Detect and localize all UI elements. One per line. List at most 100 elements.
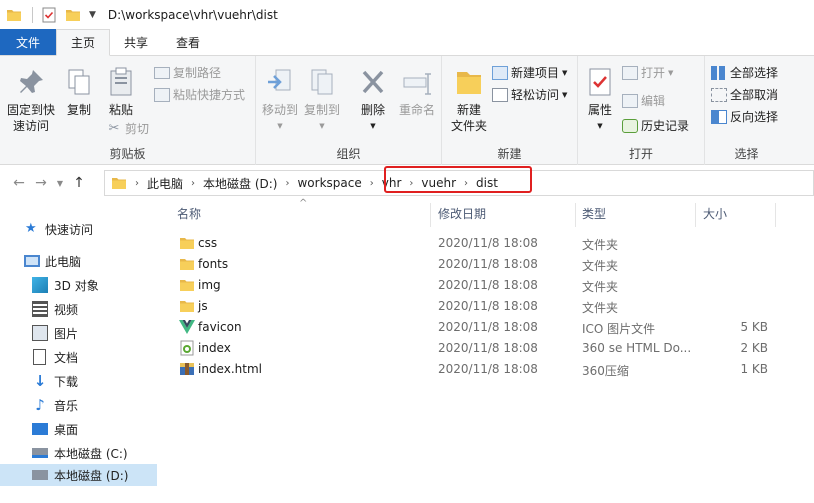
paste-shortcut-label: 粘贴快捷方式 (173, 88, 246, 102)
tab-file[interactable]: 文件 (0, 29, 56, 55)
column-divider[interactable] (430, 203, 431, 227)
file-row[interactable]: fonts 2020/11/8 18:08 文件夹 (157, 254, 814, 275)
nav-3d-objects[interactable]: 3D 对象 (0, 274, 157, 296)
file-row[interactable]: js 2020/11/8 18:08 文件夹 (157, 296, 814, 317)
breadcrumb-separator-icon[interactable]: › (366, 178, 378, 189)
select-all-button[interactable]: 全部选择 (711, 64, 778, 81)
new-folder-button[interactable]: 新建 文件夹 (446, 66, 492, 134)
copy-label: 复制 (66, 103, 91, 117)
copy-button[interactable]: 复制 (60, 66, 98, 118)
nav-downloads[interactable]: ↓ 下载 (0, 370, 157, 392)
invert-selection-button[interactable]: 反向选择 (711, 108, 778, 125)
file-row[interactable]: index 2020/11/8 18:08 360 se HTML Do... … (157, 338, 814, 359)
nav-quick-access[interactable]: ★ 快速访问 (0, 218, 157, 240)
nav-videos[interactable]: 视频 (0, 298, 157, 320)
scissors-icon: ✂ (108, 120, 120, 136)
cut-button[interactable]: ✂ 剪切 (106, 120, 149, 137)
move-to-button[interactable]: 移动到 ▼ (260, 66, 300, 134)
column-header-name[interactable]: 名称 (177, 205, 201, 222)
breadcrumb-separator-icon[interactable]: › (187, 178, 199, 189)
open-group: 属性 ▼ 打开 ▼ 编辑 历史记录 打开 (578, 56, 705, 165)
column-header-date[interactable]: 修改日期 (438, 205, 486, 222)
open-dropdown-icon: ▼ (668, 68, 674, 77)
breadcrumb-this-pc[interactable]: 此电脑 (143, 175, 187, 192)
copy-to-button[interactable]: 复制到 ▼ (302, 66, 342, 134)
nav-documents[interactable]: 文档 (0, 346, 157, 368)
new-item-label: 新建项目 (511, 66, 560, 80)
file-name: index (198, 341, 231, 355)
forward-arrow-icon[interactable]: → (30, 175, 52, 191)
quick-access-dropdown-icon[interactable]: ▼ (89, 10, 96, 20)
move-to-icon (268, 69, 291, 91)
paste-shortcut-button[interactable]: 粘贴快捷方式 (154, 86, 245, 103)
recent-dropdown-icon[interactable]: ▼ (52, 179, 68, 188)
file-row[interactable]: index.html 2020/11/8 18:08 360压缩 1 KB (157, 359, 814, 380)
invert-selection-icon (711, 109, 727, 124)
copy-path-button[interactable]: 复制路径 (154, 64, 221, 81)
file-name: favicon (198, 320, 242, 334)
disk-drive-icon (32, 448, 48, 458)
tab-home[interactable]: 主页 (56, 29, 111, 56)
nav-music[interactable]: ♪ 音乐 (0, 394, 157, 416)
file-type: 文件夹 (582, 280, 619, 294)
title-bar: ▼ D:\workspace\vhr\vuehr\dist (0, 0, 814, 30)
column-divider[interactable] (695, 203, 696, 227)
open-button[interactable]: 打开 ▼ (622, 64, 673, 81)
breadcrumb-workspace[interactable]: workspace (293, 176, 365, 190)
video-icon (32, 301, 48, 317)
tab-view[interactable]: 查看 (162, 29, 214, 55)
delete-button[interactable]: 删除 ▼ (354, 66, 392, 134)
nav-this-pc[interactable]: 此电脑 (0, 250, 157, 272)
column-divider[interactable] (575, 203, 576, 227)
column-divider[interactable] (775, 203, 776, 227)
column-header-type[interactable]: 类型 (582, 205, 606, 222)
folder-icon (180, 280, 194, 291)
properties-button[interactable]: 属性 ▼ (582, 66, 618, 134)
new-folder-label: 新建 文件夹 (450, 103, 487, 133)
file-row[interactable]: favicon 2020/11/8 18:08 ICO 图片文件 5 KB (157, 317, 814, 338)
easy-access-button[interactable]: 轻松访问 ▼ (492, 86, 567, 103)
edit-button[interactable]: 编辑 (622, 92, 665, 109)
pin-label: 固定到快 速访问 (6, 103, 55, 133)
select-none-button[interactable]: 全部取消 (711, 86, 778, 103)
copy-to-label: 复制到 (303, 103, 340, 117)
paste-button[interactable]: 粘贴 (102, 66, 140, 118)
breadcrumb-separator-icon[interactable]: › (131, 178, 143, 189)
file-row[interactable]: css 2020/11/8 18:08 文件夹 (157, 233, 814, 254)
pin-quick-access-button[interactable]: 固定到快 速访问 (4, 66, 58, 134)
file-type: 文件夹 (582, 238, 619, 252)
edit-label: 编辑 (641, 94, 666, 108)
properties-check-icon[interactable] (41, 7, 57, 23)
select-all-icon (711, 65, 727, 80)
up-arrow-icon[interactable]: ↑ (68, 175, 90, 191)
nav-disk-c[interactable]: 本地磁盘 (C:) (0, 442, 157, 464)
rename-label: 重命名 (398, 103, 435, 117)
nav-pictures[interactable]: 图片 (0, 322, 157, 344)
easy-access-label: 轻松访问 (511, 88, 560, 102)
paste-icon (110, 67, 132, 96)
new-folder-icon[interactable] (65, 7, 81, 23)
open-label: 打开 (641, 66, 666, 80)
new-item-icon (492, 65, 508, 80)
copy-path-label: 复制路径 (173, 66, 222, 80)
file-row[interactable]: img 2020/11/8 18:08 文件夹 (157, 275, 814, 296)
breadcrumb-disk-d[interactable]: 本地磁盘 (D:) (199, 175, 281, 192)
nav-desktop-label: 桌面 (54, 422, 79, 437)
properties-icon (589, 68, 611, 96)
easy-access-icon (492, 87, 508, 102)
column-header-size[interactable]: 大小 (703, 205, 727, 222)
select-all-label: 全部选择 (730, 66, 779, 80)
tab-share[interactable]: 共享 (110, 29, 162, 55)
nav-disk-d[interactable]: 本地磁盘 (D:) (0, 464, 157, 486)
breadcrumb-separator-icon[interactable]: › (281, 178, 293, 189)
sort-ascending-icon: ^ (299, 198, 308, 209)
new-item-dropdown-icon: ▼ (562, 68, 568, 77)
nav-disk-c-label: 本地磁盘 (C:) (54, 446, 128, 461)
nav-desktop[interactable]: 桌面 (0, 418, 157, 440)
rename-button[interactable]: 重命名 (396, 66, 438, 118)
download-arrow-icon: ↓ (33, 372, 47, 390)
new-item-button[interactable]: 新建项目 ▼ (492, 64, 567, 81)
history-button[interactable]: 历史记录 (622, 117, 689, 134)
back-arrow-icon[interactable]: ← (8, 175, 30, 191)
document-icon (33, 349, 46, 365)
